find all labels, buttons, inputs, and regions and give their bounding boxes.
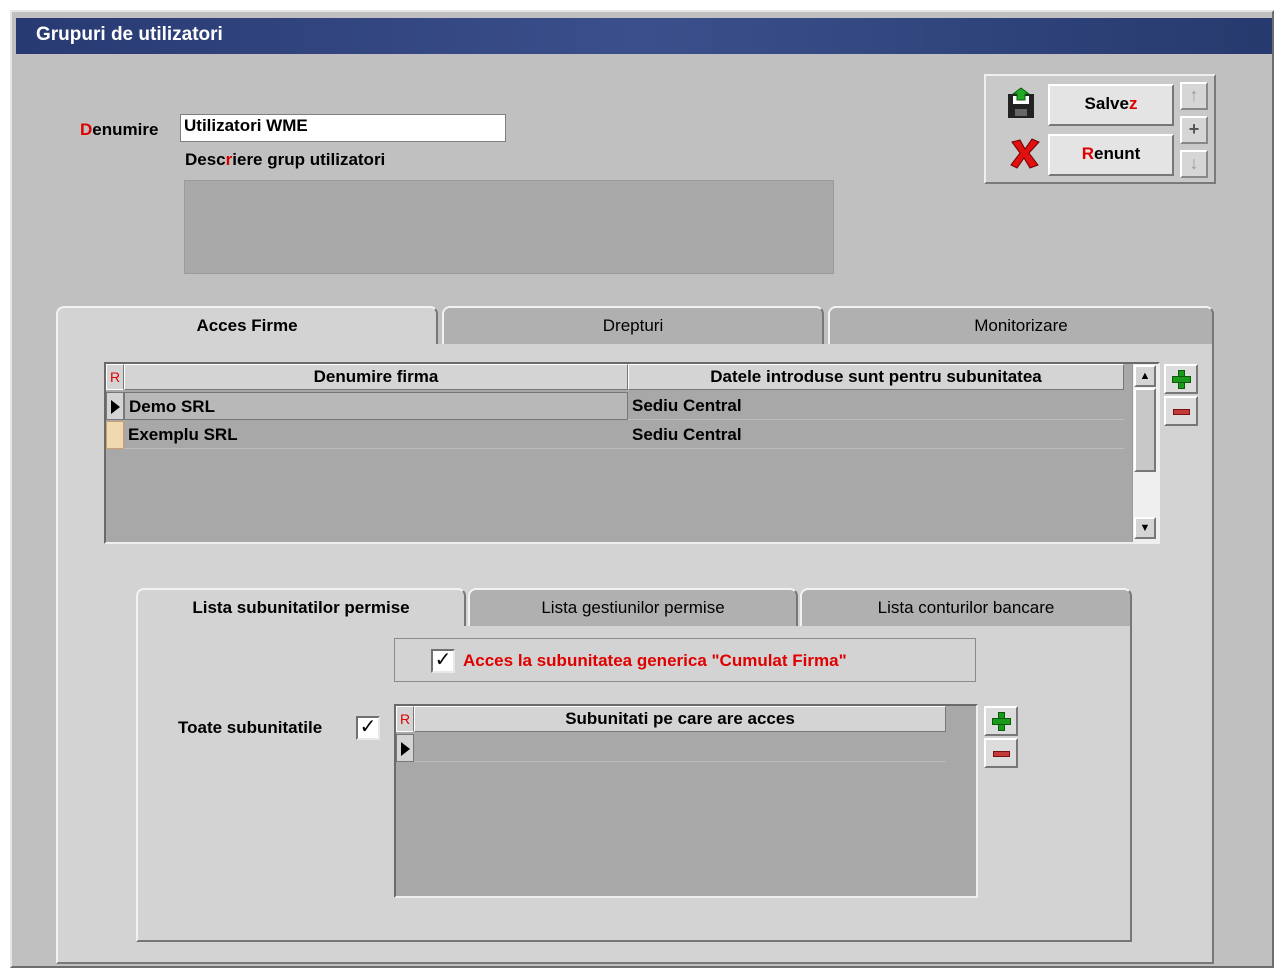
table-row-cell-subunitate[interactable]: Sediu Central	[628, 421, 1124, 449]
save-button[interactable]: Salvez	[1048, 84, 1174, 126]
generic-access-label: Acces la subunitatea generica "Cumulat F…	[463, 651, 847, 670]
denumire-input[interactable]: Utilizatori WME	[180, 114, 506, 142]
add-subunit-button[interactable]	[984, 706, 1018, 736]
current-row-arrow-icon	[401, 742, 410, 756]
remove-firm-button[interactable]	[1164, 396, 1198, 426]
nav-add-button[interactable]: +	[1180, 116, 1208, 144]
col-denumire-firma[interactable]: Denumire firma	[124, 364, 628, 390]
denumire-label-rest: enumire	[92, 120, 159, 139]
descriere-label: Descriere grup utilizatori	[185, 150, 385, 170]
table-row-cell-firma[interactable]: Demo SRL	[124, 392, 628, 420]
plus-icon-bar	[992, 718, 1011, 725]
col-subunitate[interactable]: Datele introduse sunt pentru subunitatea	[628, 364, 1124, 390]
table-row-cell-subunitate[interactable]: Sediu Central	[628, 392, 1124, 420]
scroll-down-button[interactable]: ▼	[1134, 517, 1156, 539]
tab-gestiuni[interactable]: Lista gestiunilor permise	[468, 588, 798, 626]
row-indicator[interactable]	[396, 734, 414, 762]
cancel-label-b: enunt	[1094, 144, 1141, 163]
tab-body-acces-firme: R Denumire firma Datele introduse sunt p…	[56, 344, 1214, 964]
current-row-arrow-icon	[111, 400, 120, 414]
generic-access-box: ✓ Acces la subunitatea generica "Cumulat…	[394, 638, 976, 682]
cancel-icon	[1008, 136, 1042, 170]
remove-subunit-button[interactable]	[984, 738, 1018, 768]
cancel-button[interactable]: Renunt	[1048, 134, 1174, 176]
subunits-grid[interactable]: R Subunitati pe care are acces	[394, 704, 978, 898]
cancel-hotkey: R	[1081, 144, 1094, 163]
plus-icon-bar	[1172, 376, 1191, 383]
save-hotkey: z	[1128, 94, 1138, 113]
firms-grid[interactable]: R Denumire firma Datele introduse sunt p…	[104, 362, 1160, 544]
nav-down-button[interactable]: ↓	[1180, 150, 1208, 178]
save-label-a: Salve	[1084, 94, 1129, 113]
window-title: Grupuri de utilizatori	[16, 18, 1272, 54]
minus-icon	[1173, 409, 1190, 415]
row-indicator[interactable]	[106, 392, 124, 420]
descriere-label-b: iere grup utilizatori	[232, 150, 386, 169]
tab-conturi-bancare[interactable]: Lista conturilor bancare	[800, 588, 1132, 626]
row-indicator[interactable]	[106, 421, 124, 449]
subunits-grid-r-header: R	[396, 706, 414, 732]
toate-subunitatile-label: Toate subunitatile	[178, 718, 323, 737]
tab-subunitati[interactable]: Lista subunitatilor permise	[136, 588, 466, 626]
denumire-hotkey: D	[80, 120, 93, 139]
denumire-label: Denumire	[80, 120, 158, 140]
tab-body-subunitati: ✓ Acces la subunitatea generica "Cumulat…	[136, 626, 1132, 942]
table-row-empty[interactable]	[414, 734, 946, 762]
minus-icon	[993, 751, 1010, 757]
generic-access-checkbox[interactable]: ✓	[431, 649, 455, 673]
descriere-textarea[interactable]	[184, 180, 834, 274]
descriere-label-a: Desc	[185, 150, 226, 169]
tab-drepturi[interactable]: Drepturi	[442, 306, 824, 344]
scroll-up-button[interactable]: ▲	[1134, 365, 1156, 387]
window: Grupuri de utilizatori Denumire Utilizat…	[10, 10, 1274, 968]
save-icon	[1004, 86, 1038, 120]
grid-r-header: R	[106, 364, 124, 390]
add-firm-button[interactable]	[1164, 364, 1198, 394]
tab-acces-firme[interactable]: Acces Firme	[56, 306, 438, 344]
col-subunitati-acces[interactable]: Subunitati pe care are acces	[414, 706, 946, 732]
tab-monitorizare[interactable]: Monitorizare	[828, 306, 1214, 344]
scroll-thumb[interactable]	[1134, 388, 1156, 472]
toate-subunitatile-checkbox[interactable]: ✓	[356, 716, 380, 740]
nav-up-button[interactable]: ↑	[1180, 82, 1208, 110]
table-row-cell-firma[interactable]: Exemplu SRL	[124, 421, 628, 449]
firms-grid-scrollbar[interactable]: ▲ ▼	[1132, 364, 1158, 542]
action-panel: Salvez Renunt ↑ + ↓	[984, 74, 1216, 184]
